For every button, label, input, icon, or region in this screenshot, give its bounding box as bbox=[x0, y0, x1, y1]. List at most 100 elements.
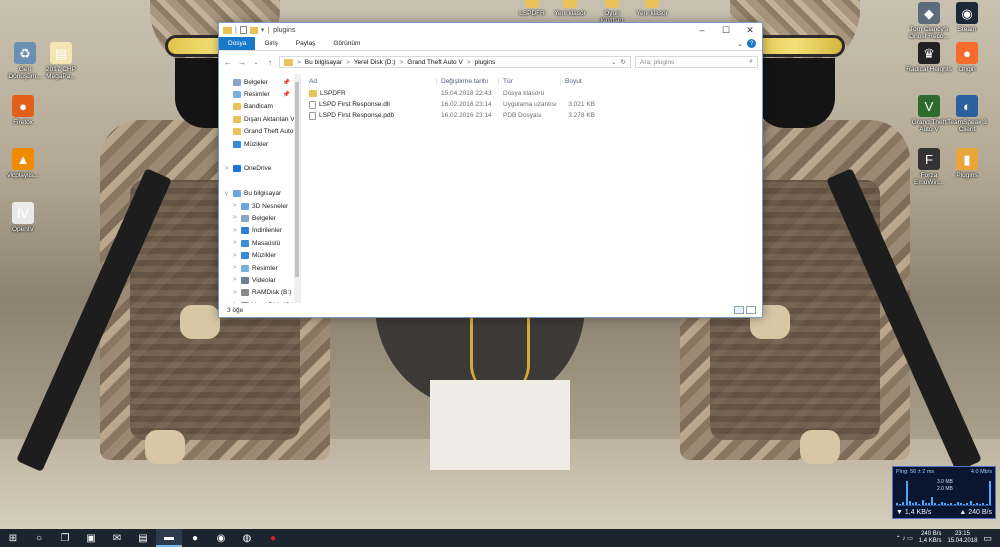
record-button[interactable]: ● bbox=[260, 529, 286, 547]
network-graph-bar bbox=[918, 503, 921, 505]
expand-ribbon-icon[interactable]: ⌄ bbox=[737, 40, 743, 48]
chevron-right-icon[interactable]: > bbox=[233, 277, 238, 283]
chevron-right-icon[interactable]: > bbox=[233, 203, 238, 209]
chevron-right-icon[interactable]: > bbox=[233, 240, 238, 246]
tab-view[interactable]: Görünüm bbox=[324, 37, 369, 50]
desktop-icon[interactable]: ◉ Steam bbox=[944, 2, 990, 33]
file-row[interactable]: LSPDFR 15.04.2018 22:43 Dosya klasörü bbox=[301, 88, 762, 99]
nav-item[interactable]: >3D Nesneler bbox=[219, 200, 300, 212]
nav-item[interactable]: > Müzikler bbox=[219, 249, 300, 261]
new-folder-icon[interactable] bbox=[249, 26, 258, 34]
file-row[interactable]: LSPD First Response.dll 16.02.2016 23:14 U… bbox=[301, 99, 762, 110]
breadcrumb-plugins[interactable]: plugins bbox=[475, 59, 496, 66]
search-box[interactable]: Ara: plugins ⌕ bbox=[635, 56, 758, 68]
maximize-button[interactable]: ☐ bbox=[714, 23, 738, 37]
nav-item[interactable]: Grand Theft Auto... bbox=[219, 126, 300, 138]
search-button[interactable]: ○ bbox=[26, 529, 52, 547]
title-bar[interactable]: | ▾ | plugins – ☐ ✕ bbox=[219, 23, 762, 37]
nav-item[interactable]: > OneDrive bbox=[219, 163, 300, 175]
desktop-icon[interactable]: LSPDFR bbox=[512, 0, 552, 17]
chevron-right-icon[interactable]: > bbox=[233, 290, 238, 296]
clock[interactable]: 23:15 15.04.2018 bbox=[947, 531, 977, 545]
address-dropdown-icon[interactable]: ⌄ bbox=[611, 58, 616, 66]
steam-button[interactable]: ◉ bbox=[208, 529, 234, 547]
recent-locations-button[interactable]: ⌄ bbox=[251, 59, 261, 66]
desktop-icon[interactable]: Oyun kayıtları bbox=[592, 0, 632, 24]
nav-scrollbar[interactable] bbox=[294, 74, 300, 303]
nav-item-label: Resimler bbox=[244, 91, 270, 99]
file-date: 15.04.2018 22:43 bbox=[441, 90, 492, 97]
column-date-modified[interactable]: Değiştirme tarihi bbox=[437, 77, 499, 85]
column-type[interactable]: Tür bbox=[499, 77, 561, 85]
refresh-icon[interactable]: ↻ bbox=[621, 58, 626, 66]
tab-share[interactable]: Paylaş bbox=[287, 37, 325, 50]
firefox-button[interactable]: ● bbox=[182, 529, 208, 547]
start-button[interactable]: ⊞ bbox=[0, 529, 26, 547]
3d-objects-icon bbox=[241, 202, 249, 210]
breadcrumb-gta-v[interactable]: Grand Theft Auto V bbox=[407, 59, 463, 66]
desktop-icon[interactable]: Ⅳ OpenIV bbox=[0, 202, 46, 233]
nav-item-label: Bu bilgisayar bbox=[244, 190, 282, 198]
desktop-icon[interactable]: ● Origin bbox=[944, 42, 990, 73]
large-icons-view-button[interactable] bbox=[746, 306, 756, 314]
chevron-right-icon[interactable]: > bbox=[233, 265, 238, 271]
network-graph-bar bbox=[902, 501, 905, 505]
up-button[interactable]: ↑ bbox=[265, 58, 275, 67]
close-button[interactable]: ✕ bbox=[738, 23, 762, 37]
desktop-icon[interactable]: ▮ Plugins bbox=[944, 148, 990, 179]
nav-item[interactable]: > Videolar bbox=[219, 274, 300, 286]
nav-item[interactable]: > Resimler bbox=[219, 262, 300, 274]
desktop-icon[interactable]: Yeni klasör bbox=[550, 0, 590, 17]
tab-home[interactable]: Giriş bbox=[255, 37, 286, 50]
breadcrumb-drive-d[interactable]: Yerel Disk (D:) bbox=[354, 59, 396, 66]
nav-item[interactable]: > İndirilenler bbox=[219, 225, 300, 237]
nav-item[interactable]: Müzikler bbox=[219, 138, 300, 150]
desktop-icon[interactable]: Yeni klasör bbox=[632, 0, 672, 17]
details-view-button[interactable] bbox=[734, 306, 744, 314]
address-bar[interactable]: > Bu bilgisayar > Yerel Disk (D:) > Gran… bbox=[279, 56, 631, 68]
mail-button[interactable]: ✉ bbox=[104, 529, 130, 547]
file-row[interactable]: LSPD First Response.pdb 16.02.2016 23:14 P… bbox=[301, 110, 762, 121]
search-placeholder: Ara: plugins bbox=[640, 58, 675, 66]
desktop-icon[interactable]: ▲ vlcplaylis... bbox=[0, 148, 46, 179]
nav-item[interactable]: > Masaüstü bbox=[219, 237, 300, 249]
file-size: 3.021 KB bbox=[568, 101, 595, 108]
nav-item[interactable]: Resimler 📌 bbox=[219, 88, 300, 100]
tray-icons[interactable]: ⌃ ♪ ▭ bbox=[896, 535, 913, 542]
desktop-icon[interactable]: ◐ TeamSpeak 3 Client bbox=[944, 95, 990, 133]
chevron-right-icon[interactable]: > bbox=[225, 166, 230, 172]
recycle-bin-icon: ♻ bbox=[14, 42, 36, 64]
column-name[interactable]: Ad bbox=[301, 77, 437, 85]
store-button[interactable]: ▣ bbox=[78, 529, 104, 547]
nav-item[interactable]: Belgeler 📌 bbox=[219, 76, 300, 88]
network-graph-bar bbox=[899, 503, 902, 505]
obs-button[interactable]: ◍ bbox=[234, 529, 260, 547]
chevron-right-icon[interactable]: > bbox=[233, 215, 238, 221]
nav-item[interactable]: Dışarı Aktarılan Vi... bbox=[219, 113, 300, 125]
chevron-right-icon[interactable]: > bbox=[233, 253, 238, 259]
chevron-right-icon[interactable]: > bbox=[233, 228, 238, 234]
app-button[interactable]: ▤ bbox=[130, 529, 156, 547]
help-icon[interactable]: ? bbox=[747, 39, 756, 48]
notifications-icon[interactable]: ▭ bbox=[983, 533, 992, 544]
column-size[interactable]: Boyut bbox=[561, 78, 597, 85]
nav-item[interactable]: v Bu bilgisayar bbox=[219, 188, 300, 200]
nav-item-label: Müzikler bbox=[252, 252, 277, 260]
file-size: 3.278 KB bbox=[568, 112, 595, 119]
breadcrumb-this-pc[interactable]: Bu bilgisayar bbox=[305, 59, 342, 66]
forward-button[interactable]: → bbox=[237, 58, 247, 67]
nav-item[interactable]: > Belgeler bbox=[219, 212, 300, 224]
tab-file[interactable]: Dosya bbox=[219, 37, 256, 50]
task-view-button[interactable]: ❐ bbox=[52, 529, 78, 547]
nav-item[interactable]: > RAMDisk (B:) bbox=[219, 287, 300, 299]
desktop-icon[interactable]: ● Firefox bbox=[0, 95, 46, 126]
desktop-icon[interactable]: ▤ 2017 CHP MegaPa... bbox=[38, 42, 84, 80]
back-button[interactable]: ← bbox=[223, 58, 233, 67]
explorer-button[interactable]: ▬ bbox=[156, 529, 182, 547]
chevron-down-icon[interactable]: v bbox=[225, 191, 230, 197]
nav-item[interactable]: Bandicam bbox=[219, 101, 300, 113]
network-graph-bar bbox=[928, 503, 930, 505]
properties-icon[interactable] bbox=[239, 26, 247, 34]
minimize-button[interactable]: – bbox=[690, 23, 714, 37]
customize-qat-icon[interactable]: ▾ bbox=[261, 26, 265, 34]
